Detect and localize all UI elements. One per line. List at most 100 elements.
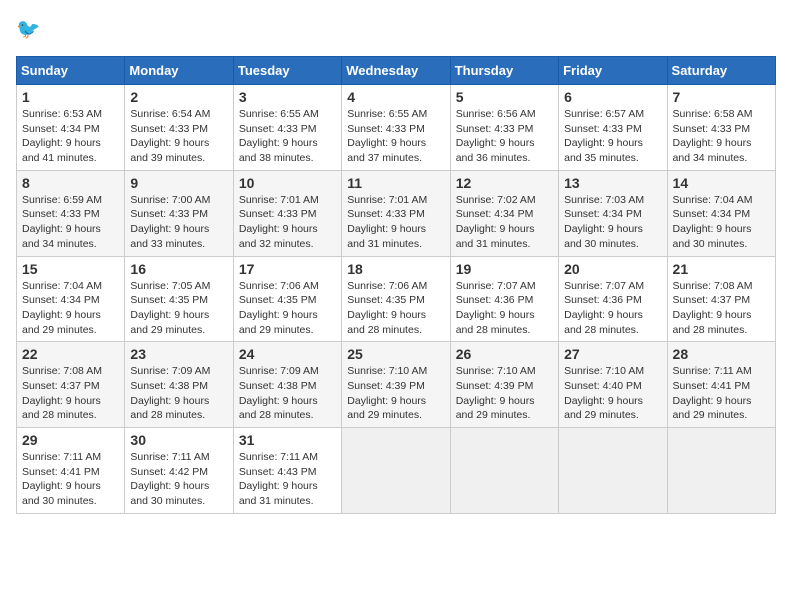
day-number: 14	[673, 175, 770, 191]
day-number: 26	[456, 346, 553, 362]
day-detail: Sunrise: 6:56 AMSunset: 4:33 PMDaylight:…	[456, 108, 536, 164]
day-number: 4	[347, 89, 444, 105]
day-number: 7	[673, 89, 770, 105]
day-detail: Sunrise: 6:53 AMSunset: 4:34 PMDaylight:…	[22, 108, 102, 164]
logo: 🐦	[16, 16, 48, 44]
calendar-cell: 21 Sunrise: 7:08 AMSunset: 4:37 PMDaylig…	[667, 256, 775, 342]
calendar-cell: 1 Sunrise: 6:53 AMSunset: 4:34 PMDayligh…	[17, 85, 125, 171]
calendar-cell: 17 Sunrise: 7:06 AMSunset: 4:35 PMDaylig…	[233, 256, 341, 342]
calendar-cell: 19 Sunrise: 7:07 AMSunset: 4:36 PMDaylig…	[450, 256, 558, 342]
calendar-cell: 5 Sunrise: 6:56 AMSunset: 4:33 PMDayligh…	[450, 85, 558, 171]
calendar-cell: 20 Sunrise: 7:07 AMSunset: 4:36 PMDaylig…	[559, 256, 667, 342]
day-detail: Sunrise: 7:11 AMSunset: 4:41 PMDaylight:…	[673, 365, 752, 421]
day-header-monday: Monday	[125, 57, 233, 85]
svg-text:🐦: 🐦	[16, 19, 40, 41]
day-number: 1	[22, 89, 119, 105]
day-number: 3	[239, 89, 336, 105]
calendar-cell: 3 Sunrise: 6:55 AMSunset: 4:33 PMDayligh…	[233, 85, 341, 171]
day-number: 25	[347, 346, 444, 362]
day-number: 5	[456, 89, 553, 105]
calendar-cell: 28 Sunrise: 7:11 AMSunset: 4:41 PMDaylig…	[667, 342, 775, 428]
day-number: 15	[22, 261, 119, 277]
calendar-cell: 27 Sunrise: 7:10 AMSunset: 4:40 PMDaylig…	[559, 342, 667, 428]
day-number: 9	[130, 175, 227, 191]
day-detail: Sunrise: 7:11 AMSunset: 4:43 PMDaylight:…	[239, 451, 318, 507]
calendar-cell: 10 Sunrise: 7:01 AMSunset: 4:33 PMDaylig…	[233, 170, 341, 256]
day-detail: Sunrise: 7:01 AMSunset: 4:33 PMDaylight:…	[239, 194, 319, 250]
day-header-saturday: Saturday	[667, 57, 775, 85]
day-detail: Sunrise: 7:05 AMSunset: 4:35 PMDaylight:…	[130, 280, 210, 336]
calendar-cell: 9 Sunrise: 7:00 AMSunset: 4:33 PMDayligh…	[125, 170, 233, 256]
day-detail: Sunrise: 7:04 AMSunset: 4:34 PMDaylight:…	[22, 280, 102, 336]
calendar-cell: 13 Sunrise: 7:03 AMSunset: 4:34 PMDaylig…	[559, 170, 667, 256]
calendar-cell: 2 Sunrise: 6:54 AMSunset: 4:33 PMDayligh…	[125, 85, 233, 171]
day-number: 22	[22, 346, 119, 362]
day-detail: Sunrise: 6:55 AMSunset: 4:33 PMDaylight:…	[239, 108, 319, 164]
calendar-cell: 22 Sunrise: 7:08 AMSunset: 4:37 PMDaylig…	[17, 342, 125, 428]
day-header-friday: Friday	[559, 57, 667, 85]
day-detail: Sunrise: 7:09 AMSunset: 4:38 PMDaylight:…	[130, 365, 210, 421]
day-detail: Sunrise: 6:58 AMSunset: 4:33 PMDaylight:…	[673, 108, 753, 164]
day-detail: Sunrise: 7:11 AMSunset: 4:42 PMDaylight:…	[130, 451, 209, 507]
day-detail: Sunrise: 7:01 AMSunset: 4:33 PMDaylight:…	[347, 194, 427, 250]
day-detail: Sunrise: 7:10 AMSunset: 4:39 PMDaylight:…	[347, 365, 427, 421]
day-detail: Sunrise: 7:06 AMSunset: 4:35 PMDaylight:…	[347, 280, 427, 336]
day-detail: Sunrise: 7:06 AMSunset: 4:35 PMDaylight:…	[239, 280, 319, 336]
day-header-wednesday: Wednesday	[342, 57, 450, 85]
day-detail: Sunrise: 7:04 AMSunset: 4:34 PMDaylight:…	[673, 194, 753, 250]
day-detail: Sunrise: 6:55 AMSunset: 4:33 PMDaylight:…	[347, 108, 427, 164]
calendar-cell: 16 Sunrise: 7:05 AMSunset: 4:35 PMDaylig…	[125, 256, 233, 342]
day-detail: Sunrise: 7:10 AMSunset: 4:39 PMDaylight:…	[456, 365, 536, 421]
day-detail: Sunrise: 7:03 AMSunset: 4:34 PMDaylight:…	[564, 194, 644, 250]
calendar-header-row: SundayMondayTuesdayWednesdayThursdayFrid…	[17, 57, 776, 85]
day-number: 18	[347, 261, 444, 277]
day-number: 23	[130, 346, 227, 362]
calendar-cell	[450, 428, 558, 514]
day-number: 13	[564, 175, 661, 191]
calendar-cell: 30 Sunrise: 7:11 AMSunset: 4:42 PMDaylig…	[125, 428, 233, 514]
calendar-cell	[342, 428, 450, 514]
calendar-cell: 7 Sunrise: 6:58 AMSunset: 4:33 PMDayligh…	[667, 85, 775, 171]
day-number: 24	[239, 346, 336, 362]
day-detail: Sunrise: 7:11 AMSunset: 4:41 PMDaylight:…	[22, 451, 101, 507]
calendar-week-row: 22 Sunrise: 7:08 AMSunset: 4:37 PMDaylig…	[17, 342, 776, 428]
day-detail: Sunrise: 7:09 AMSunset: 4:38 PMDaylight:…	[239, 365, 319, 421]
calendar-cell: 12 Sunrise: 7:02 AMSunset: 4:34 PMDaylig…	[450, 170, 558, 256]
day-header-thursday: Thursday	[450, 57, 558, 85]
day-number: 10	[239, 175, 336, 191]
calendar-cell: 24 Sunrise: 7:09 AMSunset: 4:38 PMDaylig…	[233, 342, 341, 428]
day-detail: Sunrise: 6:59 AMSunset: 4:33 PMDaylight:…	[22, 194, 102, 250]
day-header-sunday: Sunday	[17, 57, 125, 85]
day-detail: Sunrise: 7:02 AMSunset: 4:34 PMDaylight:…	[456, 194, 536, 250]
day-number: 30	[130, 432, 227, 448]
calendar-cell: 6 Sunrise: 6:57 AMSunset: 4:33 PMDayligh…	[559, 85, 667, 171]
day-number: 12	[456, 175, 553, 191]
day-number: 11	[347, 175, 444, 191]
calendar-cell: 18 Sunrise: 7:06 AMSunset: 4:35 PMDaylig…	[342, 256, 450, 342]
day-detail: Sunrise: 6:57 AMSunset: 4:33 PMDaylight:…	[564, 108, 644, 164]
calendar-cell: 8 Sunrise: 6:59 AMSunset: 4:33 PMDayligh…	[17, 170, 125, 256]
header: 🐦	[16, 16, 776, 44]
day-number: 21	[673, 261, 770, 277]
day-number: 27	[564, 346, 661, 362]
logo-icon: 🐦	[16, 16, 44, 44]
day-detail: Sunrise: 7:00 AMSunset: 4:33 PMDaylight:…	[130, 194, 210, 250]
calendar-cell: 15 Sunrise: 7:04 AMSunset: 4:34 PMDaylig…	[17, 256, 125, 342]
calendar-body: 1 Sunrise: 6:53 AMSunset: 4:34 PMDayligh…	[17, 85, 776, 514]
day-detail: Sunrise: 7:10 AMSunset: 4:40 PMDaylight:…	[564, 365, 644, 421]
day-detail: Sunrise: 7:08 AMSunset: 4:37 PMDaylight:…	[673, 280, 753, 336]
day-detail: Sunrise: 7:07 AMSunset: 4:36 PMDaylight:…	[564, 280, 644, 336]
calendar: SundayMondayTuesdayWednesdayThursdayFrid…	[16, 56, 776, 514]
day-detail: Sunrise: 7:07 AMSunset: 4:36 PMDaylight:…	[456, 280, 536, 336]
calendar-cell: 25 Sunrise: 7:10 AMSunset: 4:39 PMDaylig…	[342, 342, 450, 428]
day-number: 31	[239, 432, 336, 448]
day-number: 28	[673, 346, 770, 362]
day-number: 29	[22, 432, 119, 448]
day-detail: Sunrise: 6:54 AMSunset: 4:33 PMDaylight:…	[130, 108, 210, 164]
day-number: 16	[130, 261, 227, 277]
calendar-cell: 29 Sunrise: 7:11 AMSunset: 4:41 PMDaylig…	[17, 428, 125, 514]
day-number: 19	[456, 261, 553, 277]
calendar-week-row: 29 Sunrise: 7:11 AMSunset: 4:41 PMDaylig…	[17, 428, 776, 514]
calendar-cell: 23 Sunrise: 7:09 AMSunset: 4:38 PMDaylig…	[125, 342, 233, 428]
calendar-cell: 4 Sunrise: 6:55 AMSunset: 4:33 PMDayligh…	[342, 85, 450, 171]
